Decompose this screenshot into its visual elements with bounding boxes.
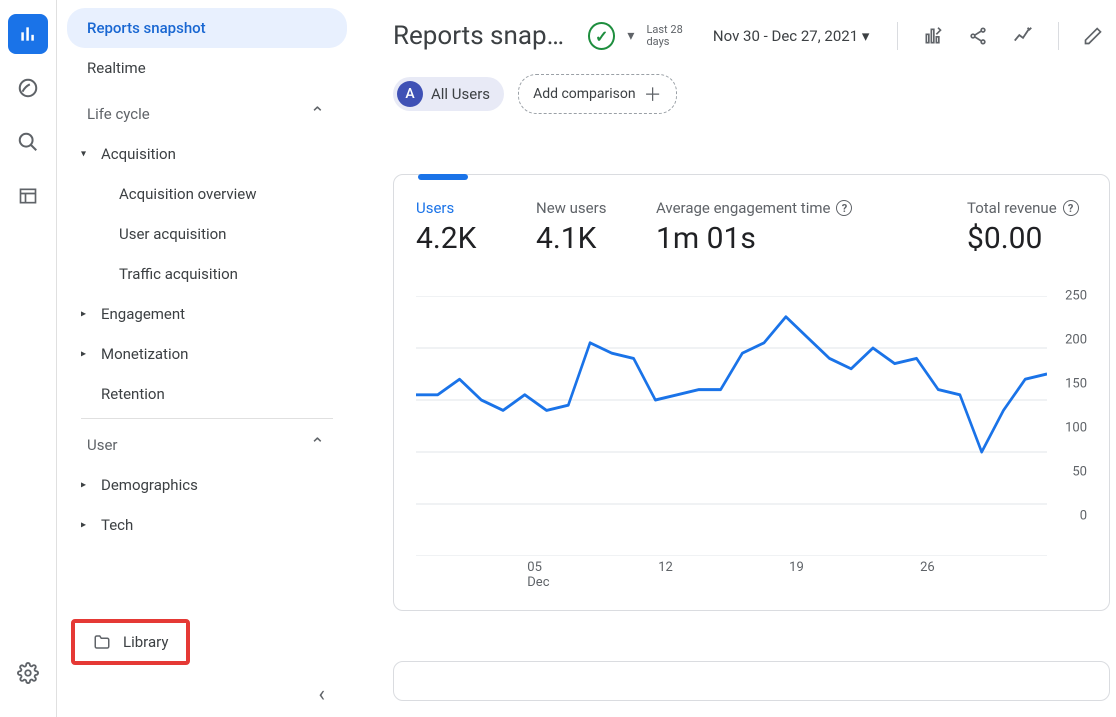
- divider: [81, 418, 333, 419]
- y-tick: 50: [1072, 465, 1087, 480]
- caret-right-icon: ▸: [81, 520, 86, 531]
- metric-label: Total revenue?: [967, 199, 1087, 217]
- nav-monetization[interactable]: ▸ Monetization: [67, 334, 347, 374]
- y-tick: 150: [1065, 377, 1087, 392]
- caret-down-icon: ▾: [81, 149, 86, 160]
- library-label: Library: [123, 633, 168, 651]
- separator: [897, 22, 898, 50]
- overview-card: Users 4.2K New users 4.1K Average engage…: [393, 174, 1110, 611]
- segment-all-users[interactable]: A All Users: [393, 77, 504, 111]
- insights-icon[interactable]: [1007, 19, 1040, 53]
- metric-value: $0.00: [967, 221, 1087, 256]
- nav-user-acquisition[interactable]: User acquisition: [67, 214, 347, 254]
- chart: 050100150200250: [416, 296, 1087, 556]
- section-label: User: [87, 436, 118, 454]
- y-tick: 100: [1065, 421, 1087, 436]
- collapse-nav-button[interactable]: ‹: [318, 682, 325, 707]
- page-title: Reports snaps...: [393, 21, 576, 51]
- title-dropdown[interactable]: ▾: [627, 28, 634, 44]
- caret-right-icon: ▸: [81, 309, 86, 320]
- x-tick: 26: [916, 560, 1047, 590]
- chart-plot[interactable]: [416, 296, 1047, 556]
- nav-traffic-acquisition[interactable]: Traffic acquisition: [67, 254, 347, 294]
- rail-config-icon[interactable]: [8, 176, 48, 216]
- date-range-picker[interactable]: Last 28 days Nov 30 - Dec 27, 2021 ▾: [646, 24, 879, 48]
- metric-label: Average engagement time?: [656, 199, 888, 217]
- tree-label: Acquisition: [101, 145, 176, 163]
- main-panel: Reports snaps... ✓ ▾ Last 28 days Nov 30…: [357, 0, 1116, 717]
- y-tick: 250: [1065, 289, 1087, 304]
- nav-retention[interactable]: Retention: [67, 374, 347, 414]
- metric-value: 4.2K: [416, 221, 508, 256]
- caret-right-icon: ▸: [81, 480, 86, 491]
- add-comparison-label: Add comparison: [533, 86, 636, 102]
- nav-engagement[interactable]: ▸ Engagement: [67, 294, 347, 334]
- side-navigation: Reports snapshot Realtime Life cycle ⌃ ▾…: [57, 0, 357, 717]
- y-tick: 0: [1080, 509, 1087, 524]
- help-icon[interactable]: ?: [836, 200, 852, 216]
- metric-total-revenue[interactable]: Total revenue? $0.00: [967, 199, 1087, 256]
- header-row: Reports snaps... ✓ ▾ Last 28 days Nov 30…: [393, 14, 1110, 58]
- date-range-value: Nov 30 - Dec 27, 2021 ▾: [713, 27, 869, 45]
- metric-users[interactable]: Users 4.2K: [416, 199, 536, 256]
- metrics-row: Users 4.2K New users 4.1K Average engage…: [416, 199, 1087, 256]
- metric-new-users[interactable]: New users 4.1K: [536, 199, 656, 256]
- section-user[interactable]: User ⌃: [67, 425, 347, 465]
- x-axis: 05Dec121926: [416, 560, 1087, 590]
- y-tick: 200: [1065, 333, 1087, 348]
- nav-realtime[interactable]: Realtime: [67, 48, 347, 88]
- card-stub: [393, 661, 1110, 701]
- nav-acquisition-overview[interactable]: Acquisition overview: [67, 174, 347, 214]
- section-label: Life cycle: [87, 105, 150, 123]
- edit-icon[interactable]: [1077, 19, 1110, 53]
- help-icon[interactable]: ?: [1063, 200, 1079, 216]
- chevron-up-icon: ⌃: [310, 104, 325, 125]
- section-life-cycle[interactable]: Life cycle ⌃: [67, 94, 347, 134]
- segment-badge-text: All Users: [431, 85, 490, 103]
- icon-rail: [0, 0, 57, 717]
- metric-label: Users: [416, 199, 508, 217]
- nav-reports-snapshot[interactable]: Reports snapshot: [67, 8, 347, 48]
- x-tick: 12: [654, 560, 785, 590]
- tree-label: Engagement: [101, 305, 185, 323]
- tree-label: Tech: [101, 516, 133, 534]
- segment-row: A All Users Add comparison ＋: [393, 74, 1110, 114]
- date-range-label: Last 28 days: [646, 24, 702, 48]
- metric-label: New users: [536, 199, 628, 217]
- x-tick: 05Dec: [523, 560, 654, 590]
- segment-badge-letter: A: [397, 81, 423, 107]
- tree-label: Demographics: [101, 476, 198, 494]
- customize-icon[interactable]: [916, 19, 949, 53]
- rail-ads-icon[interactable]: [8, 122, 48, 162]
- rail-explore-icon[interactable]: [8, 68, 48, 108]
- separator: [1058, 22, 1059, 50]
- status-check-icon[interactable]: ✓: [588, 22, 615, 50]
- nav-acquisition[interactable]: ▾ Acquisition: [67, 134, 347, 174]
- rail-reports-icon[interactable]: [8, 14, 48, 54]
- x-tick: 19: [785, 560, 916, 590]
- nav-tech[interactable]: ▸ Tech: [67, 505, 347, 545]
- metric-value: 4.1K: [536, 221, 628, 256]
- share-icon[interactable]: [962, 19, 995, 53]
- add-comparison-button[interactable]: Add comparison ＋: [518, 74, 677, 114]
- library-button[interactable]: Library: [71, 619, 190, 665]
- chart-line: [416, 296, 1047, 556]
- nav-demographics[interactable]: ▸ Demographics: [67, 465, 347, 505]
- folder-icon: [93, 633, 111, 651]
- active-tab-indicator: [418, 174, 468, 180]
- metric-value: 1m 01s: [656, 221, 888, 256]
- plus-icon: ＋: [644, 81, 662, 107]
- chevron-up-icon: ⌃: [310, 435, 325, 456]
- y-axis: 050100150200250: [1047, 296, 1087, 556]
- settings-icon[interactable]: [8, 653, 48, 693]
- caret-right-icon: ▸: [81, 349, 86, 360]
- tree-label: Retention: [101, 385, 165, 403]
- tree-label: Monetization: [101, 345, 188, 363]
- metric-avg-engagement[interactable]: Average engagement time? 1m 01s: [656, 199, 916, 256]
